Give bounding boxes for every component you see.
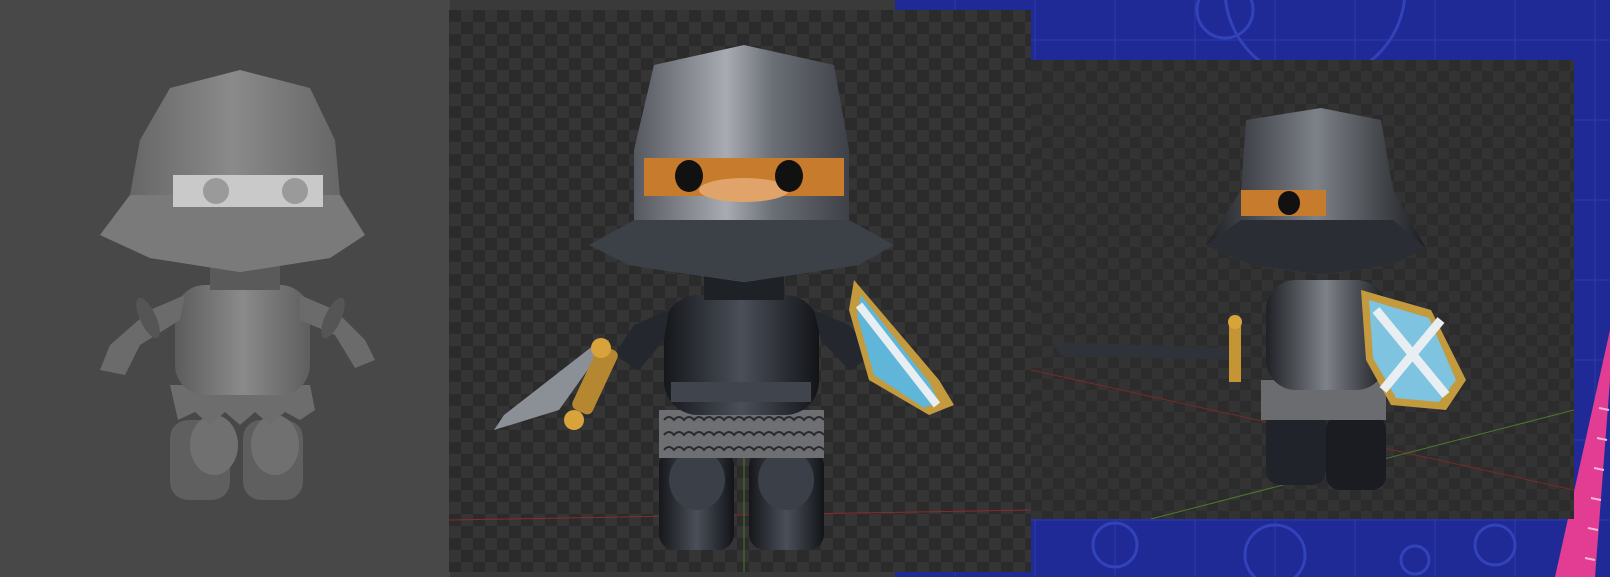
knight-angled-figure bbox=[1031, 108, 1574, 519]
textured-render-angled-panel bbox=[1031, 60, 1574, 519]
clay-knight-figure bbox=[100, 70, 375, 500]
knight-front-figure bbox=[449, 45, 1031, 572]
image-collage bbox=[0, 0, 1610, 577]
clay-render-panel bbox=[0, 0, 450, 577]
textured-render-front-panel bbox=[449, 10, 1031, 572]
